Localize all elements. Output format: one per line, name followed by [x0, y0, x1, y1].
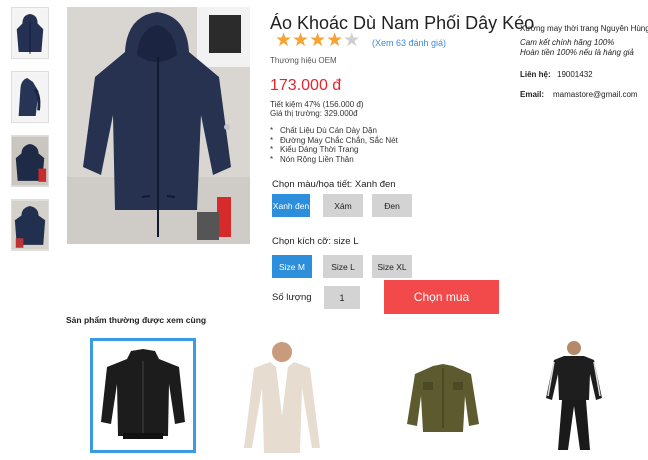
color-label: Chọn màu/họa tiết: Xanh đen	[272, 179, 396, 190]
related-product-2[interactable]	[230, 338, 330, 453]
thumbnail-2[interactable]	[11, 71, 49, 123]
email-value: mamastore@gmail.com	[553, 90, 638, 99]
thumbnail-list	[11, 7, 51, 263]
star-filled-icon: ★	[326, 30, 344, 51]
thumbnail-3[interactable]	[11, 135, 49, 187]
contact-value: 19001432	[557, 70, 593, 79]
related-product-3[interactable]	[393, 338, 493, 453]
main-product-image	[67, 7, 250, 244]
brand-label: Thương hiệu OEM	[270, 56, 337, 65]
star-filled-icon: ★	[275, 30, 293, 51]
rating-stars: ★★★★★	[275, 31, 360, 50]
related-product-1[interactable]	[90, 338, 196, 453]
review-link[interactable]: (Xem 63 đánh giá)	[372, 38, 446, 48]
feature-item: Nón Rộng Liền Thân	[270, 155, 398, 165]
color-option-black[interactable]: Đen	[372, 194, 412, 217]
size-label: Chọn kích cỡ: size L	[272, 236, 359, 247]
price: 173.000 đ	[270, 77, 342, 94]
market-price: Giá thị trường: 329.000đ	[270, 109, 358, 118]
seller-name: Xưởng may thời trang Nguyên Hùng	[520, 24, 648, 33]
quantity-input[interactable]	[324, 286, 360, 309]
feature-item: Kiểu Dáng Thời Trang	[270, 145, 398, 155]
feature-list: Chất Liệu Dù Cán Dày Dặn Đường May Chắc …	[270, 126, 398, 164]
star-filled-icon: ★	[309, 30, 327, 51]
related-product-4[interactable]	[526, 338, 626, 453]
seller-guarantee: Cam kết chính hãng 100%	[520, 38, 615, 47]
size-option-xl[interactable]: Size XL	[372, 255, 412, 278]
saving-text: Tiết kiệm 47% (156.000 đ)	[270, 100, 364, 109]
size-option-l[interactable]: Size L	[323, 255, 363, 278]
email-label: Email:	[520, 90, 545, 99]
size-option-m[interactable]: Size M	[272, 255, 312, 278]
feature-item: Chất Liệu Dù Cán Dày Dặn	[270, 126, 398, 136]
color-option-grey[interactable]: Xám	[323, 194, 363, 217]
color-option-navy[interactable]: Xanh đen	[272, 194, 310, 217]
quantity-label: Số lượng	[272, 292, 312, 303]
buy-button[interactable]: Chọn mua	[384, 280, 499, 314]
star-empty-icon: ★	[343, 30, 361, 51]
thumbnail-1[interactable]	[11, 7, 49, 59]
feature-item: Đường May Chắc Chắn, Sắc Nét	[270, 136, 398, 146]
seller-refund: Hoàn tiền 100% nếu là hàng giả	[520, 48, 634, 57]
thumbnail-4[interactable]	[11, 199, 49, 251]
related-title: Sản phẩm thường được xem cùng	[66, 315, 207, 325]
contact-label: Liên hệ:	[520, 70, 551, 79]
star-filled-icon: ★	[292, 30, 310, 51]
